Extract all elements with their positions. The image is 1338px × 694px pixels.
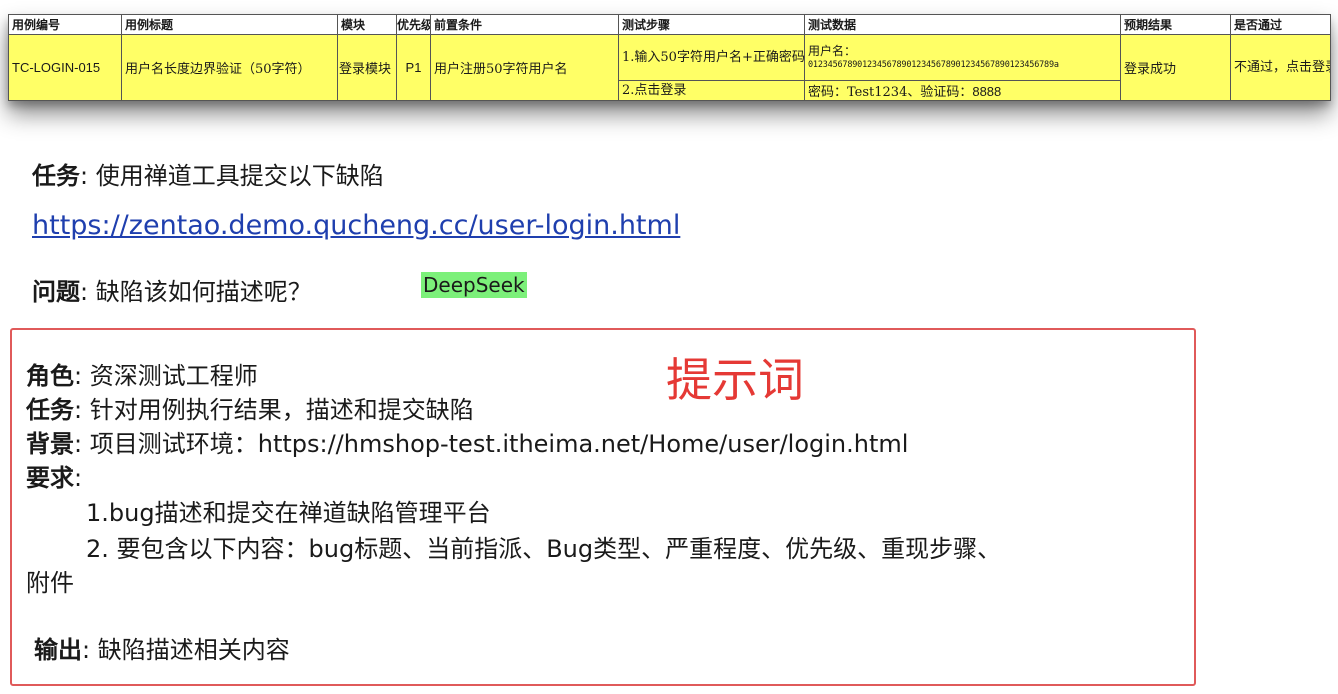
role-label: 角色: [26, 362, 74, 390]
test-data-password-cell[interactable]: 密码：Test1234、验证码：8888: [804, 80, 1121, 101]
step-1-cell[interactable]: 1.输入50字符用户名+正确密码+验证码: [618, 34, 805, 81]
deepseek-badge: DeepSeek: [421, 272, 527, 298]
header-cell: 优先级: [396, 14, 431, 35]
username-value: 0123456789012345678901234567890123456789…: [808, 60, 1059, 70]
header-cell: 预期结果: [1120, 14, 1231, 35]
step-2-cell[interactable]: 2.点击登录: [618, 80, 805, 101]
test-data-username-cell[interactable]: 用户名： 01234567890123456789012345678901234…: [804, 34, 1121, 81]
header-cell: 前置条件: [430, 14, 619, 35]
role-sep: :: [74, 362, 83, 390]
requirement-item-1: 1.bug描述和提交在禅道缺陷管理平台: [86, 499, 491, 527]
test-case-table: 用例编号 用例标题 模块 优先级 前置条件 测试步骤 测试数据 预期结果 是否通…: [8, 14, 1331, 101]
header-cell: 测试步骤: [618, 14, 805, 35]
background-sep: :: [74, 430, 83, 458]
prompt-requirement-line: 要求:: [26, 458, 82, 493]
pass-status-cell[interactable]: 不通过，点击登录页面无响应: [1230, 34, 1331, 101]
background-text: 项目测试环境：https://hmshop-test.itheima.net/H…: [89, 430, 909, 458]
question-label: 问题: [32, 278, 80, 306]
table-header-row: 用例编号 用例标题 模块 优先级 前置条件 测试步骤 测试数据 预期结果 是否通…: [8, 14, 1331, 35]
prompt-task-label: 任务: [26, 396, 74, 424]
test-case-sheet: 用例编号 用例标题 模块 优先级 前置条件 测试步骤 测试数据 预期结果 是否通…: [8, 14, 1331, 101]
header-cell: 用例标题: [121, 14, 338, 35]
task-line: 任务: 使用禅道工具提交以下缺陷: [32, 156, 384, 191]
prompt-output-line: 输出: 缺陷描述相关内容: [34, 630, 290, 665]
role-text: 资深测试工程师: [89, 362, 258, 390]
expected-result-cell[interactable]: 登录成功: [1120, 34, 1231, 101]
output-label: 输出: [34, 636, 82, 664]
module-cell[interactable]: 登录模块: [337, 34, 397, 101]
task-label: 任务: [32, 162, 80, 190]
question-sep: :: [80, 278, 89, 306]
prompt-box: 提示词 角色: 资深测试工程师 任务: 针对用例执行结果，描述和提交缺陷 背景:…: [10, 328, 1196, 686]
prompt-role-line: 角色: 资深测试工程师: [26, 356, 258, 391]
case-id-cell[interactable]: TC-LOGIN-015: [8, 34, 122, 101]
password-text: 密码：Test1234、验证码：: [808, 85, 973, 100]
precondition-cell[interactable]: 用户注册50字符用户名: [430, 34, 619, 101]
priority-cell[interactable]: P1: [396, 34, 431, 101]
header-cell: 模块: [337, 14, 397, 35]
header-cell: 用例编号: [8, 14, 122, 35]
prompt-task-sep: :: [74, 396, 83, 424]
output-text: 缺陷描述相关内容: [97, 636, 290, 664]
header-cell: 测试数据: [804, 14, 1121, 35]
requirement-label: 要求: [26, 464, 74, 492]
prompt-task-line: 任务: 针对用例执行结果，描述和提交缺陷: [26, 390, 474, 425]
case-title-cell[interactable]: 用户名长度边界验证（50字符）: [121, 34, 338, 101]
output-sep: :: [82, 636, 91, 664]
question-line: 问题: 缺陷该如何描述呢？: [32, 272, 312, 307]
question-text: 缺陷该如何描述呢？: [95, 278, 312, 306]
prompt-title: 提示词: [666, 353, 804, 407]
task-sep: :: [80, 162, 89, 190]
requirement-item-2-continued: 附件: [26, 569, 74, 597]
task-text: 使用禅道工具提交以下缺陷: [95, 162, 384, 190]
prompt-background-line: 背景: 项目测试环境：https://hmshop-test.itheima.n…: [26, 424, 908, 459]
requirement-sep: :: [74, 464, 83, 492]
zentao-link[interactable]: https://zentao.demo.qucheng.cc/user-logi…: [32, 210, 680, 241]
header-cell: 是否通过: [1230, 14, 1331, 35]
captcha-code: 8888: [972, 84, 1002, 99]
username-label: 用户名：: [808, 44, 857, 58]
table-row: TC-LOGIN-015 用户名长度边界验证（50字符） 登录模块 P1 用户注…: [8, 34, 1331, 101]
requirement-item-2: 2. 要包含以下内容：bug标题、当前指派、Bug类型、严重程度、优先级、重现步…: [86, 535, 1002, 563]
prompt-task-text: 针对用例执行结果，描述和提交缺陷: [89, 396, 474, 424]
background-label: 背景: [26, 430, 74, 458]
